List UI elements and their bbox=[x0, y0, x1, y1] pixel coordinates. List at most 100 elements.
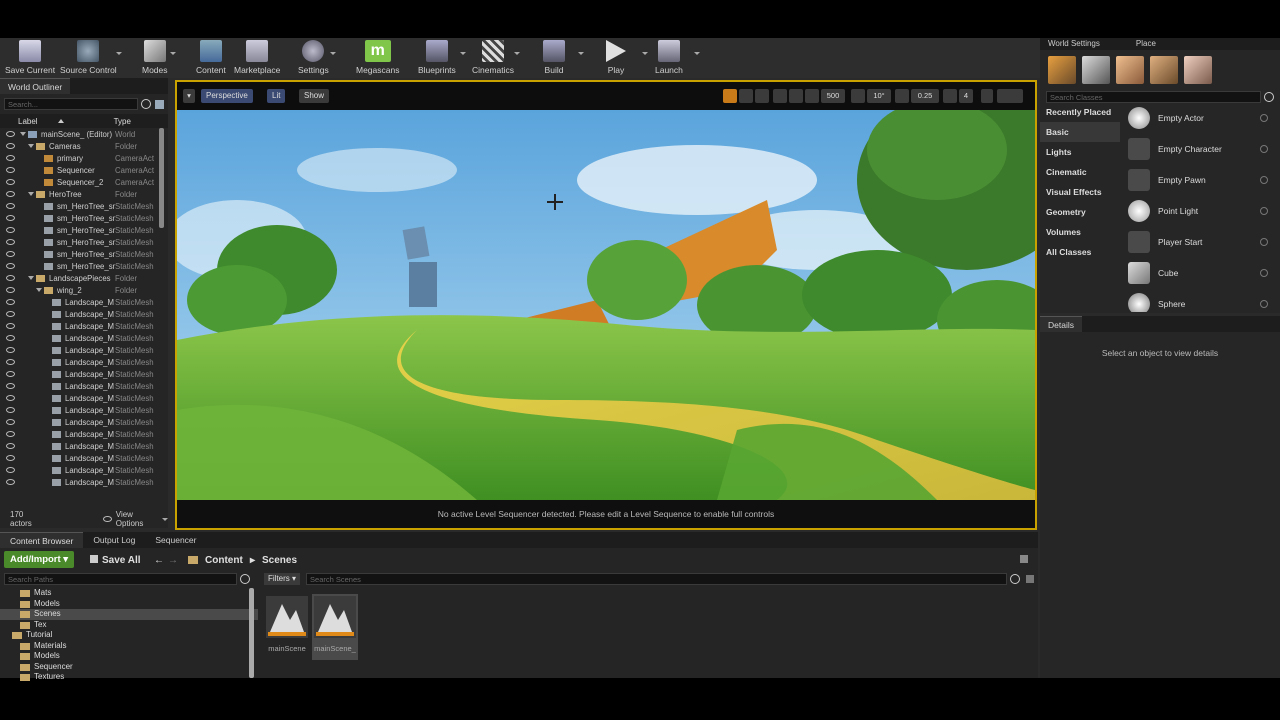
forward-arrow-icon[interactable]: → bbox=[168, 555, 178, 566]
save-all-button[interactable]: Save All bbox=[90, 554, 141, 566]
settings-icon[interactable] bbox=[1026, 575, 1034, 583]
lit-button[interactable]: Lit bbox=[267, 89, 286, 103]
maximize-icon[interactable] bbox=[981, 89, 993, 103]
visibility-eye-icon[interactable] bbox=[6, 251, 15, 257]
path-tree-item[interactable]: Tex bbox=[0, 620, 258, 631]
world-space-icon[interactable] bbox=[773, 89, 787, 103]
outliner-row[interactable]: Landscape_M StaticMesh bbox=[0, 308, 168, 320]
camera-speed-value[interactable]: 4 bbox=[959, 89, 973, 103]
type-column[interactable]: Type bbox=[114, 117, 131, 126]
category-lights[interactable]: Lights bbox=[1040, 142, 1120, 162]
visibility-eye-icon[interactable] bbox=[6, 215, 15, 221]
tab-output-log[interactable]: Output Log bbox=[83, 532, 145, 548]
outliner-row[interactable]: Landscape_M StaticMesh bbox=[0, 428, 168, 440]
visibility-eye-icon[interactable] bbox=[6, 155, 15, 161]
level-viewport[interactable]: ▾ Perspective Lit Show 500 10° 0.25 4 No… bbox=[175, 80, 1037, 530]
chevron-down-icon[interactable] bbox=[330, 52, 336, 55]
place-mode-icon[interactable] bbox=[1048, 56, 1076, 84]
tab-content-browser[interactable]: Content Browser bbox=[0, 532, 84, 548]
outliner-row[interactable]: Landscape_M StaticMesh bbox=[0, 464, 168, 476]
translate-icon[interactable] bbox=[739, 89, 753, 103]
category-all-classes[interactable]: All Classes bbox=[1040, 242, 1120, 262]
tab-world-outliner[interactable]: World Outliner bbox=[0, 78, 71, 94]
category-basic[interactable]: Basic bbox=[1040, 122, 1120, 142]
path-tree-item[interactable]: Scenes bbox=[0, 609, 258, 620]
visibility-eye-icon[interactable] bbox=[6, 407, 15, 413]
info-icon[interactable] bbox=[1260, 268, 1268, 277]
outliner-row[interactable]: sm_HeroTree_sm StaticMesh bbox=[0, 200, 168, 212]
chevron-down-icon[interactable] bbox=[642, 52, 648, 55]
play-button[interactable]: Play bbox=[606, 40, 626, 76]
perspective-button[interactable]: Perspective bbox=[201, 89, 253, 103]
view-options-button[interactable]: View Options bbox=[116, 510, 160, 528]
visibility-eye-icon[interactable] bbox=[6, 431, 15, 437]
layout-icon[interactable] bbox=[997, 89, 1023, 103]
outliner-row[interactable]: Landscape_M StaticMesh bbox=[0, 344, 168, 356]
chevron-down-icon[interactable] bbox=[170, 52, 176, 55]
asset-mainscene-selected[interactable]: mainScene_ bbox=[312, 594, 358, 660]
visibility-eye-icon[interactable] bbox=[6, 359, 15, 365]
chevron-down-icon[interactable] bbox=[578, 52, 584, 55]
path-tree-scrollbar[interactable] bbox=[249, 588, 254, 678]
chevron-down-icon[interactable] bbox=[460, 52, 466, 55]
landscape-mode-icon[interactable] bbox=[1116, 56, 1144, 84]
visibility-eye-icon[interactable] bbox=[6, 347, 15, 353]
foliage-mode-icon[interactable] bbox=[1150, 56, 1178, 84]
expand-arrow-icon[interactable] bbox=[28, 144, 34, 148]
visibility-eye-icon[interactable] bbox=[6, 227, 15, 233]
chevron-down-icon[interactable] bbox=[514, 52, 520, 55]
marketplace-button[interactable]: Marketplace bbox=[234, 40, 280, 76]
visibility-eye-icon[interactable] bbox=[6, 383, 15, 389]
place-item-sphere[interactable]: Sphere bbox=[1122, 288, 1272, 312]
visibility-eye-icon[interactable] bbox=[6, 275, 15, 281]
add-import-button[interactable]: Add/Import ▾ bbox=[4, 551, 75, 568]
tab-place[interactable]: Place bbox=[1128, 38, 1164, 50]
breadcrumb-content[interactable]: Content bbox=[205, 555, 243, 566]
outliner-row[interactable]: Sequencer_2 CameraAct bbox=[0, 176, 168, 188]
place-item-empty-character[interactable]: Empty Character bbox=[1122, 133, 1272, 164]
category-volumes[interactable]: Volumes bbox=[1040, 222, 1120, 242]
outliner-row[interactable]: Landscape_M StaticMesh bbox=[0, 476, 168, 488]
path-tree-item[interactable]: Models bbox=[0, 651, 258, 662]
megascans-button[interactable]: m Megascans bbox=[356, 40, 399, 76]
info-icon[interactable] bbox=[1260, 144, 1268, 153]
tab-details[interactable]: Details bbox=[1040, 316, 1082, 332]
place-item-empty-actor[interactable]: Empty Actor bbox=[1122, 102, 1272, 133]
show-button[interactable]: Show bbox=[299, 89, 330, 103]
path-tree-item[interactable]: Models bbox=[0, 599, 258, 610]
outliner-row[interactable]: Landscape_M StaticMesh bbox=[0, 452, 168, 464]
info-icon[interactable] bbox=[1260, 113, 1268, 122]
info-icon[interactable] bbox=[1260, 237, 1268, 246]
outliner-row[interactable]: Landscape_M StaticMesh bbox=[0, 416, 168, 428]
launch-button[interactable]: Launch bbox=[655, 40, 683, 76]
outliner-row[interactable]: Landscape_M StaticMesh bbox=[0, 440, 168, 452]
visibility-eye-icon[interactable] bbox=[6, 179, 15, 185]
path-tree-item[interactable]: Tutorial bbox=[0, 630, 258, 641]
outliner-row[interactable]: sm_HeroTree_sm StaticMesh bbox=[0, 260, 168, 272]
cinematics-button[interactable]: Cinematics bbox=[472, 40, 514, 76]
label-column[interactable]: Label bbox=[18, 117, 38, 126]
grid-snap-icon[interactable] bbox=[805, 89, 819, 103]
visibility-eye-icon[interactable] bbox=[6, 167, 15, 173]
camera-speed-icon[interactable] bbox=[943, 89, 957, 103]
visibility-eye-icon[interactable] bbox=[6, 239, 15, 245]
visibility-eye-icon[interactable] bbox=[6, 191, 15, 197]
breadcrumb-scenes[interactable]: Scenes bbox=[262, 555, 297, 566]
path-tree-item[interactable]: Textures bbox=[0, 672, 258, 683]
paint-mode-icon[interactable] bbox=[1082, 56, 1110, 84]
outliner-row[interactable]: Landscape_M StaticMesh bbox=[0, 392, 168, 404]
asset-mainscene[interactable]: mainScene bbox=[264, 594, 310, 660]
outliner-row[interactable]: Landscape_M StaticMesh bbox=[0, 332, 168, 344]
rotation-snap-value[interactable]: 10° bbox=[867, 89, 891, 103]
place-item-cube[interactable]: Cube bbox=[1122, 257, 1272, 288]
category-cinematic[interactable]: Cinematic bbox=[1040, 162, 1120, 182]
scale-snap-value[interactable]: 0.25 bbox=[911, 89, 939, 103]
lock-icon[interactable] bbox=[1020, 555, 1028, 563]
outliner-row[interactable]: wing_2 Folder bbox=[0, 284, 168, 296]
visibility-eye-icon[interactable] bbox=[6, 287, 15, 293]
info-icon[interactable] bbox=[1260, 206, 1268, 215]
search-paths-input[interactable]: Search Paths bbox=[4, 573, 237, 585]
visibility-eye-icon[interactable] bbox=[6, 311, 15, 317]
category-visual-effects[interactable]: Visual Effects bbox=[1040, 182, 1120, 202]
outliner-row[interactable]: sm_HeroTree_sm StaticMesh bbox=[0, 236, 168, 248]
